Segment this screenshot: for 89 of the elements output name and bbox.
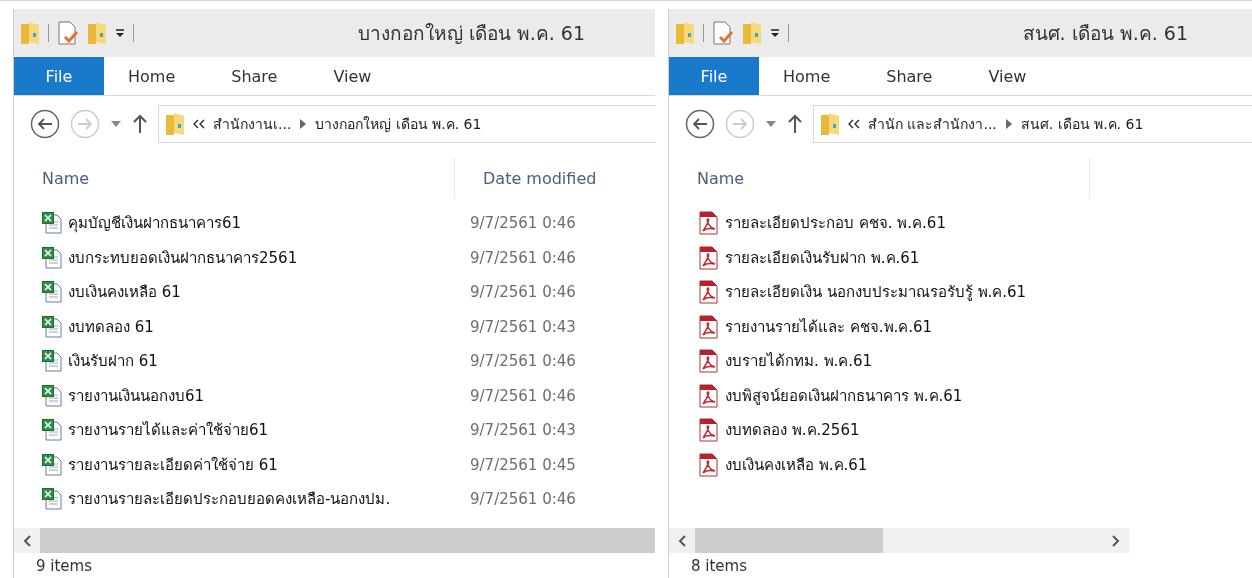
breadcrumb-item[interactable]: สำนักงานเ... [213,113,292,135]
breadcrumb-item[interactable]: บางกอกใหญ่ เดือน พ.ค. 61 [315,113,482,135]
file-name[interactable]: รายละเอียดเงินรับฝาก พ.ค.61 [725,245,920,270]
document-check-icon[interactable] [57,21,79,45]
file-date: 9/7/2561 0:46 [469,352,576,371]
breadcrumb-item[interactable]: สนศ. เดือน พ.ค. 61 [1020,113,1144,135]
folder-icon [87,21,107,45]
file-date: 9/7/2561 0:45 [469,455,576,474]
recent-dropdown-icon[interactable] [765,120,777,128]
ribbon-tab[interactable]: View [309,57,392,95]
spreadsheet-icon [42,488,62,511]
folder-icon [742,21,762,45]
file-name[interactable]: รายละเอียดเงิน นอกงบประมาณรอรับรู้ พ.ค.61 [725,280,1027,305]
pdf-icon [697,349,719,374]
spreadsheet-icon [42,281,62,304]
column-header[interactable]: Name [14,168,454,188]
up-arrow-icon[interactable] [132,114,148,134]
folder-icon [675,21,695,45]
file-name[interactable]: รายงานเงินนอกงบ61 [68,383,205,408]
spreadsheet-icon [42,212,62,235]
recent-dropdown-icon[interactable] [110,120,122,128]
file-name[interactable]: รายงานรายละเอียดประกอบยอดคงเหลือ-นอกงปม. [68,487,391,512]
ribbon-tab[interactable]: Share [862,57,953,95]
back-icon[interactable] [685,109,715,139]
file-name[interactable]: งบรายได้กทม. พ.ค.61 [725,349,873,374]
pdf-icon [697,314,719,339]
file-name[interactable]: งบพิสูจน์ยอดเงินฝากธนาคาร พ.ค.61 [725,383,963,408]
ribbon-tab[interactable]: Share [207,57,298,95]
window-title: สนศ. เดือน พ.ค. 61 [1021,21,1189,46]
file-date: 9/7/2561 0:46 [469,386,576,405]
file-name[interactable]: เงินรับฝาก 61 [68,349,158,374]
pdf-icon [697,245,719,270]
customize-dropdown-icon[interactable] [770,28,780,38]
file-menu-button[interactable]: File [14,57,104,95]
chevron-icon[interactable] [1004,119,1013,129]
file-name[interactable]: รายงานรายได้และค่าใช้จ่าย61 [68,418,269,443]
file-name[interactable]: งบทดลอง 61 [68,314,154,339]
file-name[interactable]: งบกระทบยอดเงินฝากธนาคาร2561 [68,245,298,270]
breadcrumb-item[interactable]: สำนัก และสำนักงา... [868,113,997,135]
file-name[interactable]: งบเงินคงเหลือ 61 [68,280,181,305]
spreadsheet-icon [42,419,62,442]
scroll-left-icon[interactable] [678,534,686,547]
file-name[interactable]: รายละเอียดประกอบ คชจ. พ.ค.61 [725,211,946,236]
pdf-icon [697,211,719,236]
customize-dropdown-icon[interactable] [115,28,125,38]
ribbon-tab[interactable]: Home [104,57,196,95]
window-title: บางกอกใหญ่ เดือน พ.ค. 61 [356,21,586,46]
spreadsheet-icon [42,384,62,407]
up-arrow-icon[interactable] [787,114,803,134]
ribbon-tab[interactable]: Home [759,57,851,95]
chevron-icon[interactable] [299,119,308,129]
scrollbar-thumb[interactable] [695,528,883,553]
file-menu-button[interactable]: File [669,57,759,95]
horizontal-scrollbar[interactable] [669,528,1129,553]
file-name[interactable]: รายงานรายได้และ คชจ.พ.ค.61 [725,314,933,339]
status-bar-text: 8 items [690,556,748,577]
folder-icon [20,21,40,45]
file-date: 9/7/2561 0:46 [469,248,576,267]
scroll-right-icon[interactable] [1112,534,1120,547]
folder-icon [165,112,185,136]
spreadsheet-icon [42,453,62,476]
pdf-icon [697,383,719,408]
spreadsheet-icon [42,350,62,373]
pdf-icon [697,280,719,305]
address-bar[interactable]: สำนักงานเ... บางกอกใหญ่ เดือน พ.ค. 61 [158,105,655,143]
file-name[interactable]: คุมบัญชีเงินฝากธนาคาร61 [68,211,242,236]
file-name[interactable]: รายงานรายละเอียดค่าใช้จ่าย 61 [68,452,278,477]
file-date: 9/7/2561 0:46 [469,214,576,233]
file-name[interactable]: งบทดลอง พ.ค.2561 [725,418,860,443]
folder-icon [820,112,840,136]
column-header[interactable]: Date modified [455,168,597,188]
overflow-chevron-icon[interactable] [848,119,860,129]
back-icon[interactable] [30,109,60,139]
scroll-left-icon[interactable] [23,534,31,547]
ribbon-tab[interactable]: View [964,57,1047,95]
column-header[interactable]: Name [669,168,1089,188]
overflow-chevron-icon[interactable] [193,119,205,129]
spreadsheet-icon [42,315,62,338]
status-bar-text: 9 items [35,556,93,577]
spreadsheet-icon [42,246,62,269]
address-bar[interactable]: สำนัก และสำนักงา... สนศ. เดือน พ.ค. 61 [813,105,1252,143]
file-date: 9/7/2561 0:43 [469,421,576,440]
document-check-icon[interactable] [712,21,734,45]
file-date: 9/7/2561 0:43 [469,317,576,336]
file-name[interactable]: งบเงินคงเหลือ พ.ค.61 [725,452,868,477]
pdf-icon [697,418,719,443]
pdf-icon [697,452,719,477]
file-date: 9/7/2561 0:46 [469,283,576,302]
file-date: 9/7/2561 0:46 [469,490,576,509]
